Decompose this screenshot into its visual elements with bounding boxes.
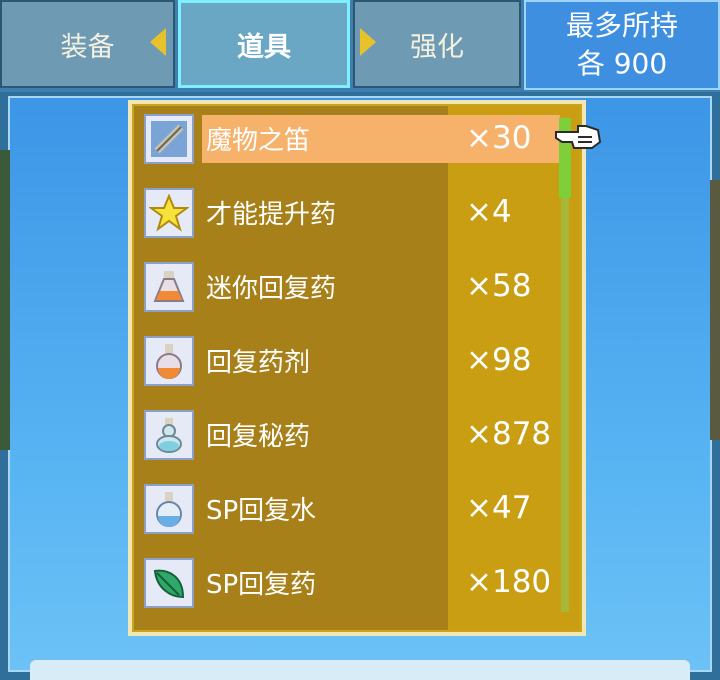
item-row[interactable]: 魔物之笛 ×30: [144, 110, 562, 168]
bottom-panel-edge: [30, 660, 690, 680]
item-name: SP回复药: [206, 570, 317, 600]
star-icon: [144, 188, 194, 238]
item-name: 才能提升药: [206, 200, 337, 230]
item-qty: ×180: [466, 564, 552, 600]
max-hold-value: 各 900: [576, 47, 668, 80]
max-hold-label: 最多所持: [565, 9, 678, 42]
flute-icon: [144, 114, 194, 164]
arrow-left-icon[interactable]: [150, 28, 166, 56]
tab-equip-label: 装备: [60, 31, 115, 63]
item-name: 回复秘药: [206, 422, 311, 452]
item-row[interactable]: SP回复水 ×47: [144, 480, 562, 538]
item-row[interactable]: 回复药剂 ×98: [144, 332, 562, 390]
item-qty: ×878: [466, 416, 552, 452]
item-name: 回复药剂: [206, 348, 311, 378]
item-qty: ×30: [466, 120, 532, 156]
item-qty: ×47: [466, 490, 532, 526]
world-background-right: [710, 180, 720, 440]
tab-items-label: 道具: [237, 31, 291, 63]
item-row[interactable]: 才能提升药 ×4: [144, 184, 562, 242]
item-name: 迷你回复药: [206, 274, 337, 304]
tab-enhance[interactable]: 强化: [353, 0, 521, 88]
item-qty: ×4: [466, 194, 512, 230]
item-qty: ×98: [466, 342, 532, 378]
item-row[interactable]: 迷你回复药 ×58: [144, 258, 562, 316]
max-hold-box: 最多所持 各 900: [524, 0, 720, 90]
leaf-icon: [144, 558, 194, 608]
item-qty: ×58: [466, 268, 532, 304]
secret-potion-icon: [144, 410, 194, 460]
tab-equip[interactable]: 装备: [0, 0, 175, 88]
arrow-right-icon[interactable]: [360, 28, 376, 56]
item-row[interactable]: 回复秘药 ×878: [144, 406, 562, 464]
pointing-hand-icon: [552, 118, 604, 152]
tab-items[interactable]: 道具: [178, 0, 350, 88]
item-name: 魔物之笛: [206, 126, 311, 156]
item-name: SP回复水: [206, 496, 317, 526]
world-background: [0, 150, 10, 450]
orange-potion-icon: [144, 336, 194, 386]
item-list: 魔物之笛 ×30 才能提升药 ×4 迷你回复药 ×58 回复药剂 ×98 回复秘…: [134, 106, 580, 630]
item-row[interactable]: SP回复药 ×180: [144, 554, 562, 612]
tab-enhance-label: 强化: [410, 31, 464, 63]
small-potion-icon: [144, 262, 194, 312]
blue-potion-icon: [144, 484, 194, 534]
